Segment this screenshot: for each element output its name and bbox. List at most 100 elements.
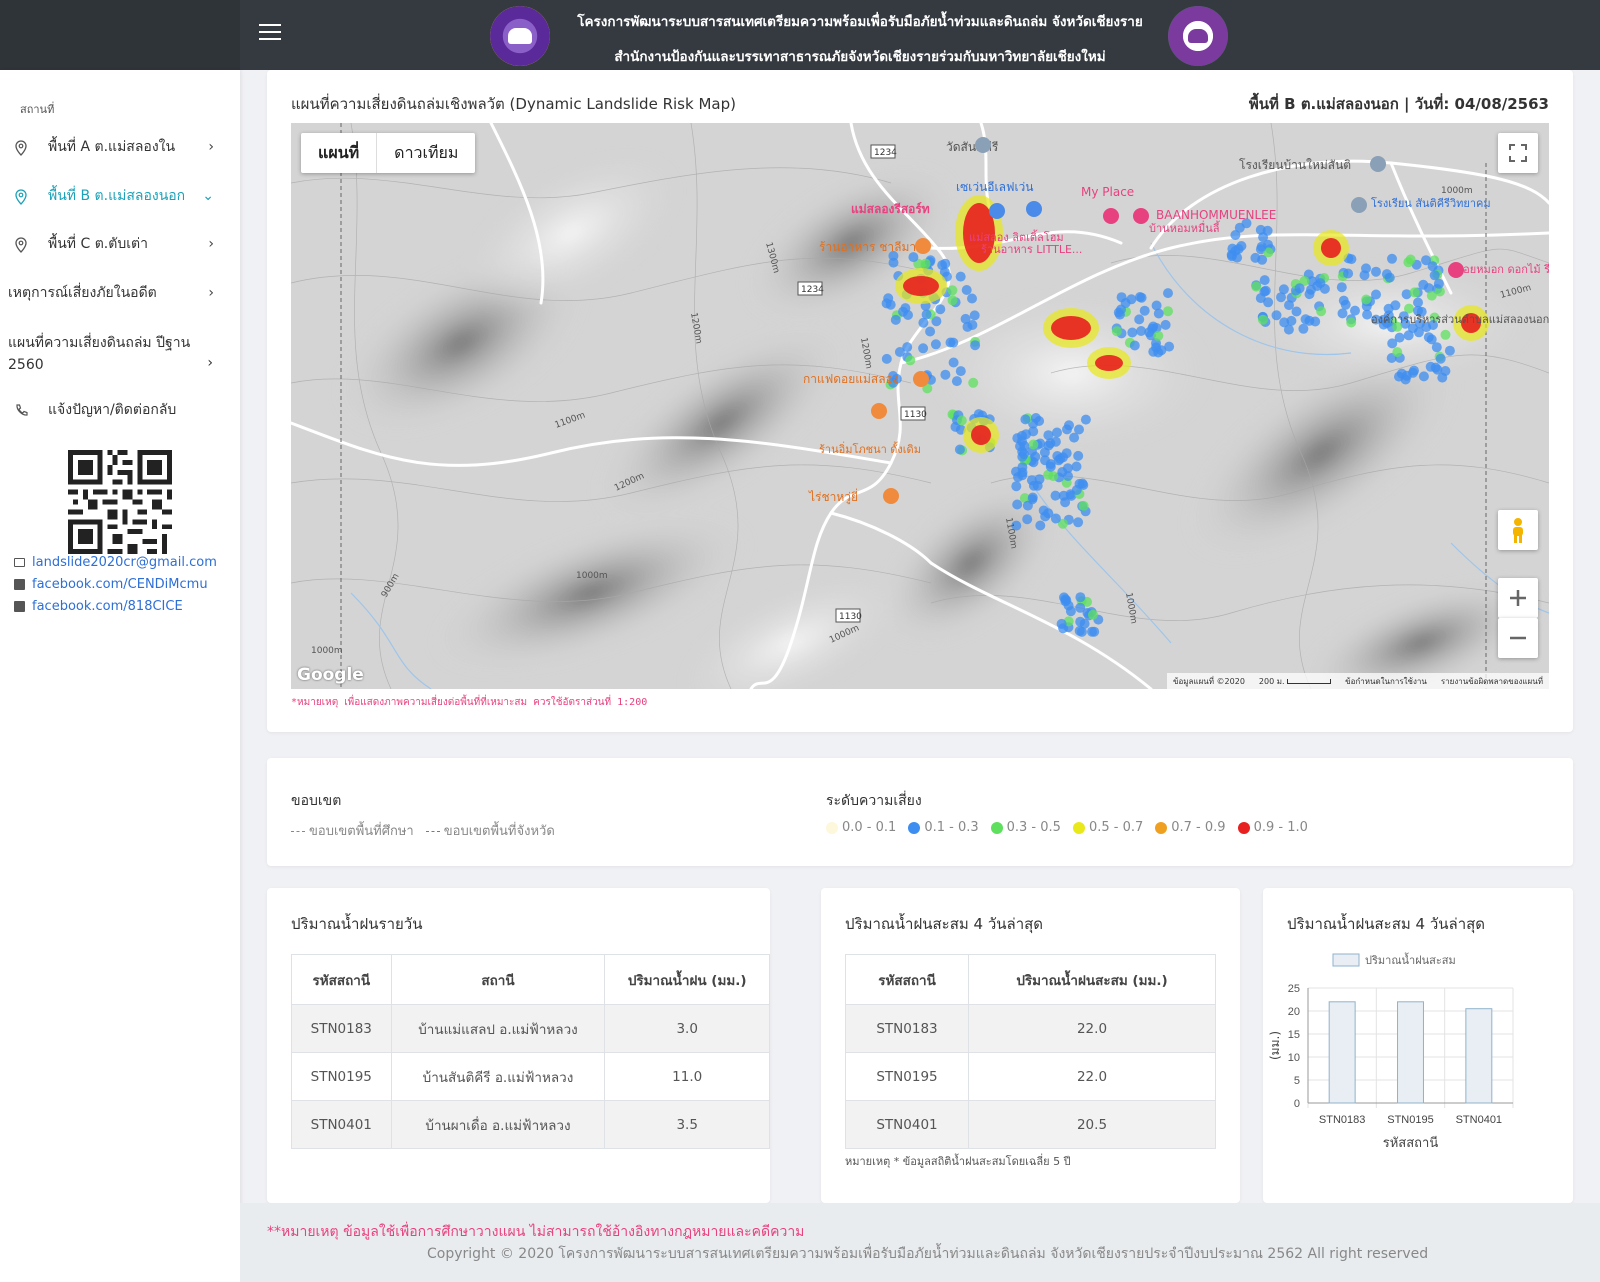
- map-note: *หมายเหตุ เพื่อแสดงภาพความเสี่ยงต่อพื้นท…: [291, 697, 648, 708]
- fullscreen-icon: [1509, 144, 1527, 162]
- report-error-link[interactable]: รายงานข้อผิดพลาดของแผนที่: [1441, 675, 1543, 688]
- column-header: ปริมาณน้ำฝน (มม.): [604, 954, 770, 1005]
- x-tick-label: STN0195: [1387, 1114, 1433, 1126]
- svg-text:1000m: 1000m: [311, 646, 343, 656]
- place-label: กาแฟดอยแม่สลอง: [803, 372, 899, 386]
- legend-card: ขอบเขต ขอบเขตพื้นที่ศึกษา ขอบเขตพื้นที่จ…: [267, 758, 1573, 866]
- pegman-icon: [1513, 518, 1523, 543]
- tab-map[interactable]: แผนที่: [301, 133, 378, 173]
- risk-legend-item: 0.1 - 0.3: [908, 820, 979, 835]
- minus-icon: [1510, 636, 1526, 640]
- header-title-line2: สำนักงานป้องกันและบรรเทาสาธารณภัยจังหวัด…: [614, 49, 1106, 65]
- sidebar-item-contact[interactable]: แจ้งปัญหา/ติดต่อกลับ: [0, 390, 240, 430]
- x-axis-label: รหัสสถานี: [1383, 1135, 1439, 1151]
- legend-swatch: [908, 821, 921, 834]
- table-row: STN0195 บ้านสันติคีรี อ.แม่ฟ้าหลวง 11.0: [291, 1052, 770, 1101]
- x-tick-label: STN0401: [1456, 1114, 1502, 1126]
- contact-facebook-link-1[interactable]: facebook.com/CENDiMcmu: [14, 577, 208, 592]
- street-view-pegman[interactable]: [1498, 510, 1538, 550]
- chevron-down-icon: ⌄: [202, 188, 214, 204]
- facebook-icon: [14, 579, 25, 590]
- road-number: 1234: [874, 148, 897, 158]
- column-header: ปริมาณน้ำฝนสะสม (มม.): [968, 954, 1216, 1005]
- column-header: รหัสสถานี: [845, 954, 969, 1005]
- facebook-icon: [14, 601, 25, 612]
- place-label: วัดสันติคีรี: [946, 140, 999, 154]
- table-cell: STN0401: [845, 1100, 969, 1149]
- legend-label: 0.0 - 0.1: [842, 820, 897, 835]
- header-brand-area: [0, 0, 240, 70]
- contact-facebook-text: facebook.com/CENDiMcmu: [32, 577, 208, 592]
- place-label: แม่สลอง ลิตเติ้ลโฮม: [969, 229, 1064, 244]
- sidebar-item-area-a[interactable]: พื้นที่ A ต.แม่สลองใน ›: [0, 127, 240, 167]
- risk-legend-item: 0.0 - 0.1: [826, 820, 896, 835]
- hamburger-icon[interactable]: [259, 24, 281, 42]
- sidebar-item-past-events[interactable]: เหตุการณ์เสี่ยงภัยในอดีต ›: [0, 273, 240, 313]
- accum-rain-title: ปริมาณน้ำฝนสะสม 4 วันล่าสุด: [845, 915, 1044, 933]
- table-cell: 3.5: [604, 1100, 770, 1149]
- phone-icon: [14, 403, 28, 417]
- svg-text:1200m: 1200m: [858, 337, 873, 370]
- risk-legend-item: 0.3 - 0.5: [990, 820, 1061, 835]
- sidebar-item-area-c[interactable]: พื้นที่ C ต.ตับเต่า ›: [0, 224, 240, 264]
- svg-text:1100m: 1100m: [1003, 517, 1018, 550]
- place-label: บ้านหอมหมื่นลี้: [1149, 220, 1221, 235]
- legend-label: 0.3 - 0.5: [1006, 820, 1061, 835]
- chart-card-title: ปริมาณน้ำฝนสะสม 4 วันล่าสุด: [1287, 915, 1486, 933]
- chevron-right-icon: ›: [207, 355, 213, 371]
- chart-legend-swatch: [1332, 953, 1360, 967]
- chevron-right-icon: ›: [208, 236, 214, 252]
- table-cell: บ้านแม่แสลป อ.แม่ฟ้าหลวง: [390, 1004, 606, 1053]
- chevron-right-icon: ›: [208, 139, 214, 155]
- risk-map[interactable]: วัดสันติคีรี แม่สลองรีสอร์ท เซเว่นอีเลฟเ…: [291, 123, 1549, 689]
- contact-email-link[interactable]: landslide2020cr@gmail.com: [14, 555, 217, 570]
- place-label: เซเว่นอีเลฟเว่น: [956, 180, 1034, 194]
- terms-link[interactable]: ข้อกำหนดในการใช้งาน: [1345, 675, 1427, 688]
- y-tick-label: 5: [1294, 1075, 1300, 1087]
- accum-rain-table: รหัสสถานี ปริมาณน้ำฝนสะสม (มม.) STN0183 2…: [845, 954, 1216, 1149]
- legend-label: 0.1 - 0.3: [924, 820, 979, 835]
- daily-rain-card: ปริมาณน้ำฝนรายวัน รหัสสถานี สถานี ปริมาณ…: [267, 888, 770, 1203]
- map-pin-icon: [14, 140, 28, 156]
- table-row: STN0183 บ้านแม่แสลป อ.แม่ฟ้าหลวง 3.0: [291, 1004, 770, 1053]
- map-area-date: พื้นที่ B ต.แม่สลองนอก | วันที่: 04/08/2…: [1248, 95, 1549, 113]
- boundary-legend-title: ขอบเขต: [291, 793, 342, 809]
- legend-swatch: [1072, 821, 1085, 834]
- legend-swatch: [1155, 821, 1168, 834]
- svg-text:900m: 900m: [380, 572, 402, 599]
- svg-text:1300m: 1300m: [763, 241, 781, 274]
- chart-legend-label: ปริมาณน้ำฝนสะสม: [1365, 952, 1456, 967]
- boundary-legend: ขอบเขตพื้นที่ศึกษา ขอบเขตพื้นที่จังหวัด: [291, 820, 555, 841]
- plus-icon: [1510, 590, 1526, 606]
- risk-legend: 0.0 - 0.1 0.1 - 0.3 0.3 - 0.5 0.5 - 0.7 0.7 …: [826, 820, 1308, 835]
- risk-legend-item: 0.9 - 1.0: [1237, 820, 1308, 835]
- table-cell: STN0401: [291, 1100, 392, 1149]
- sidebar-item-label: แจ้งปัญหา/ติดต่อกลับ: [48, 402, 177, 418]
- chevron-right-icon: ›: [208, 285, 214, 301]
- y-tick-label: 0: [1294, 1098, 1300, 1110]
- tab-satellite[interactable]: ดาวเทียม: [377, 133, 475, 173]
- svg-text:1000m: 1000m: [576, 571, 608, 581]
- sidebar-item-label: พื้นที่ B ต.แม่สลองนอก: [48, 188, 186, 204]
- attribution-data: ข้อมูลแผนที่ ©2020: [1172, 676, 1245, 686]
- fullscreen-button[interactable]: [1498, 133, 1538, 173]
- sidebar-item-area-b[interactable]: พื้นที่ B ต.แม่สลองนอก ⌄: [0, 176, 240, 216]
- sidebar-item-baseline-map[interactable]: แผนที่ความเสี่ยงดินถล่ม ปีฐาน 2560 ›: [8, 332, 223, 376]
- table-cell: 3.0: [604, 1004, 770, 1053]
- place-label: โรงเรียน สันติคีรีวิทยาคม: [1371, 196, 1491, 210]
- y-tick-label: 15: [1288, 1029, 1300, 1041]
- zoom-in-button[interactable]: [1498, 578, 1538, 618]
- road-number: 1130: [839, 612, 862, 622]
- province-seal-logo: [490, 6, 550, 66]
- place-label: ไร่ชาหวู่ยี่: [808, 488, 858, 505]
- svg-text:1000m: 1000m: [1123, 592, 1138, 625]
- risk-legend-item: 0.7 - 0.9: [1155, 820, 1226, 835]
- y-tick-label: 25: [1288, 983, 1300, 995]
- daily-rain-table: รหัสสถานี สถานี ปริมาณน้ำฝน (มม.) STN018…: [291, 954, 770, 1149]
- place-label: ดอยหมอก ดอกไม้ รีสอร์ท: [1456, 263, 1549, 276]
- contact-facebook-link-2[interactable]: facebook.com/818CICE: [14, 599, 183, 614]
- risk-legend-item: 0.5 - 0.7: [1072, 820, 1143, 835]
- legend-label: 0.7 - 0.9: [1171, 820, 1226, 835]
- chart-bar: [1465, 1008, 1493, 1104]
- zoom-out-button[interactable]: [1498, 618, 1538, 658]
